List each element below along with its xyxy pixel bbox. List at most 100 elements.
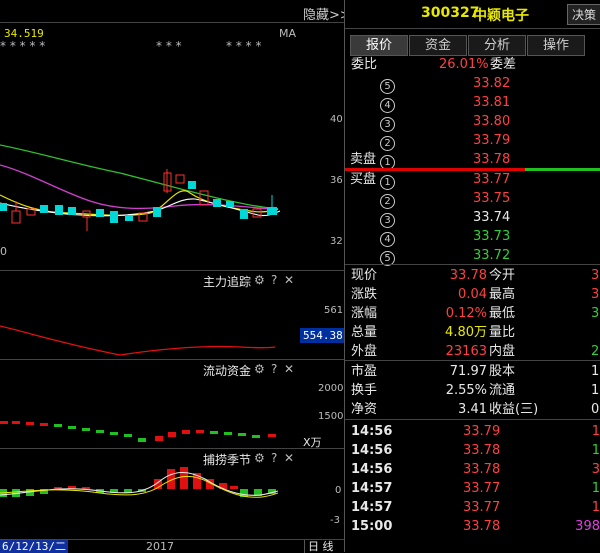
stock-code: 300327 (421, 5, 480, 21)
stat-value: 3 (591, 306, 600, 321)
tab-funds[interactable]: 资金 (409, 35, 467, 56)
fund-value: 1. (591, 364, 600, 379)
sell-level-row: 5 33.82 (345, 74, 600, 94)
stat-row: 现价 33.78 今开 3 (345, 266, 600, 285)
stat-value: 3 (591, 268, 600, 283)
fund-value: 2.55% (445, 383, 487, 398)
kline-panel[interactable]: 34.519 MA * * * * * * * * * * * * 40 36 … (0, 23, 344, 270)
buy-level-row: 5 33.72 (345, 246, 600, 266)
stat-value: 33.78 (449, 268, 487, 283)
weicha-label: 委差 (490, 57, 517, 72)
stat-label: 涨幅 (351, 306, 378, 321)
fund-label: 流通 (489, 383, 516, 398)
stat-value: 23163 (445, 344, 487, 359)
tick-row[interactable]: 14:57 33.77 1 (345, 498, 600, 517)
stat-value: 3 (591, 287, 600, 302)
stat-label: 今开 (489, 268, 516, 283)
date-bar: 6/12/13/二 2017 日 线 (0, 539, 344, 553)
fund-value: 71.97 (449, 364, 487, 379)
divider (345, 419, 600, 420)
sell-level-row: 卖盘 1 33.78 (345, 150, 600, 170)
fund-label: 股本 (489, 364, 516, 379)
kline-chart (0, 144, 281, 231)
stat-label: 涨跌 (351, 287, 378, 302)
tick-volume: 1 (591, 424, 600, 439)
tick-row[interactable]: 14:57 33.77 1 (345, 479, 600, 498)
stat-value: 0.12% (445, 306, 487, 321)
decision-button[interactable]: 决策 (567, 4, 600, 25)
zhuli-axis-label: 561 (324, 305, 344, 316)
fund-value: 3.41 (458, 402, 487, 417)
buy-label: 买盘 (350, 172, 377, 187)
stat-value: 2 (591, 344, 600, 359)
fund-label: 市盈 (351, 364, 378, 379)
tick-time: 14:56 (351, 424, 393, 439)
buy-price: 33.77 (473, 172, 511, 187)
zhuli-panel[interactable]: 主力追踪 ⚙ ? ✕ 561 554.38 (0, 271, 346, 359)
sell-price: 33.79 (473, 133, 511, 148)
fund-value: 0 (591, 402, 600, 417)
bulao-chart (0, 467, 279, 498)
buy-price: 33.74 (473, 210, 511, 225)
sell-price: 33.78 (473, 152, 511, 167)
date-year-label: 2017 (146, 540, 174, 553)
buy-price: 33.75 (473, 191, 511, 206)
sell-level-row: 2 33.79 (345, 131, 600, 151)
stock-name: 中颖电子 (473, 8, 529, 24)
liudong-panel[interactable]: 流动资金 ⚙ ? ✕ 2000 1500 X万 (0, 360, 344, 449)
tick-price: 33.78 (463, 519, 501, 534)
liudong-chart (0, 421, 276, 442)
price-axis-label: 40 (330, 114, 343, 125)
sell-price: 33.80 (473, 114, 511, 129)
sell-label: 卖盘 (350, 152, 377, 167)
bulao-panel[interactable]: 捕捞季节 ⚙ ? ✕ 0 -3 (0, 449, 344, 539)
stat-label: 总量 (351, 325, 378, 340)
fund-label: 收益(三) (489, 402, 539, 417)
fund-label: 换手 (351, 383, 378, 398)
stat-value: 4.80万 (445, 325, 487, 340)
sell-level-row: 3 33.80 (345, 112, 600, 132)
price-axis-label: 32 (330, 236, 343, 247)
divider (345, 264, 600, 265)
tick-time: 15:00 (351, 519, 393, 534)
tick-row[interactable]: 15:00 33.78 398 (345, 517, 600, 536)
tick-volume: 398 (575, 519, 600, 534)
fundamental-row: 换手 2.55%流通 1. (345, 381, 600, 400)
tab-quote[interactable]: 报价 (350, 35, 408, 56)
stat-label: 最低 (489, 306, 516, 321)
price-axis-label: 36 (330, 175, 343, 186)
tick-volume: 3 (591, 462, 600, 477)
quote-panel: 300327 中颖电子 决策 报价 资金 分析 操作 委比 26.01% 委差 … (345, 0, 600, 552)
tick-row[interactable]: 14:56 33.78 3 (345, 460, 600, 479)
tick-volume: 1 (591, 481, 600, 496)
period-button[interactable]: 日 线 (304, 540, 337, 553)
tick-price: 33.77 (463, 500, 501, 515)
liudong-axis-label: 2000 (318, 383, 344, 394)
tick-row[interactable]: 14:56 33.78 1 (345, 441, 600, 460)
buy-price: 33.72 (473, 248, 511, 263)
fundamental-row: 净资 3.41 收益(三) 0 (345, 400, 600, 419)
tick-volume: 1 (591, 443, 600, 458)
tick-time: 14:56 (351, 443, 393, 458)
buy-level-row: 买盘 1 33.77 (345, 170, 600, 190)
chart-area[interactable]: 隐藏>> 34.519 MA * * * * * * * * * * * * 4… (0, 0, 351, 553)
tick-price: 33.78 (463, 443, 501, 458)
tick-price: 33.79 (463, 424, 501, 439)
weibi-label: 委比 (351, 57, 378, 72)
tick-time: 14:56 (351, 462, 393, 477)
stat-label: 量比 (489, 325, 516, 340)
stat-label: 最高 (489, 287, 516, 302)
buy-level-row: 3 33.74 (345, 208, 600, 228)
stat-row: 涨幅 0.12% 最低 3 (345, 304, 600, 323)
weibi-value: 26.01% (439, 57, 489, 72)
stat-value: 0.04 (458, 287, 487, 302)
stat-label: 现价 (351, 268, 378, 283)
tab-analysis[interactable]: 分析 (468, 35, 526, 56)
stat-row: 外盘 23163 内盘 2 (345, 342, 600, 361)
liudong-axis-label: 1500 (318, 411, 344, 422)
sell-level-row: 4 33.81 (345, 93, 600, 113)
tab-operation[interactable]: 操作 (527, 35, 585, 56)
fundamental-row: 市盈 71.97股本 1. (345, 362, 600, 381)
tick-row[interactable]: 14:56 33.79 1 (345, 422, 600, 441)
date-cursor-label: 6/12/13/二 (0, 540, 68, 553)
